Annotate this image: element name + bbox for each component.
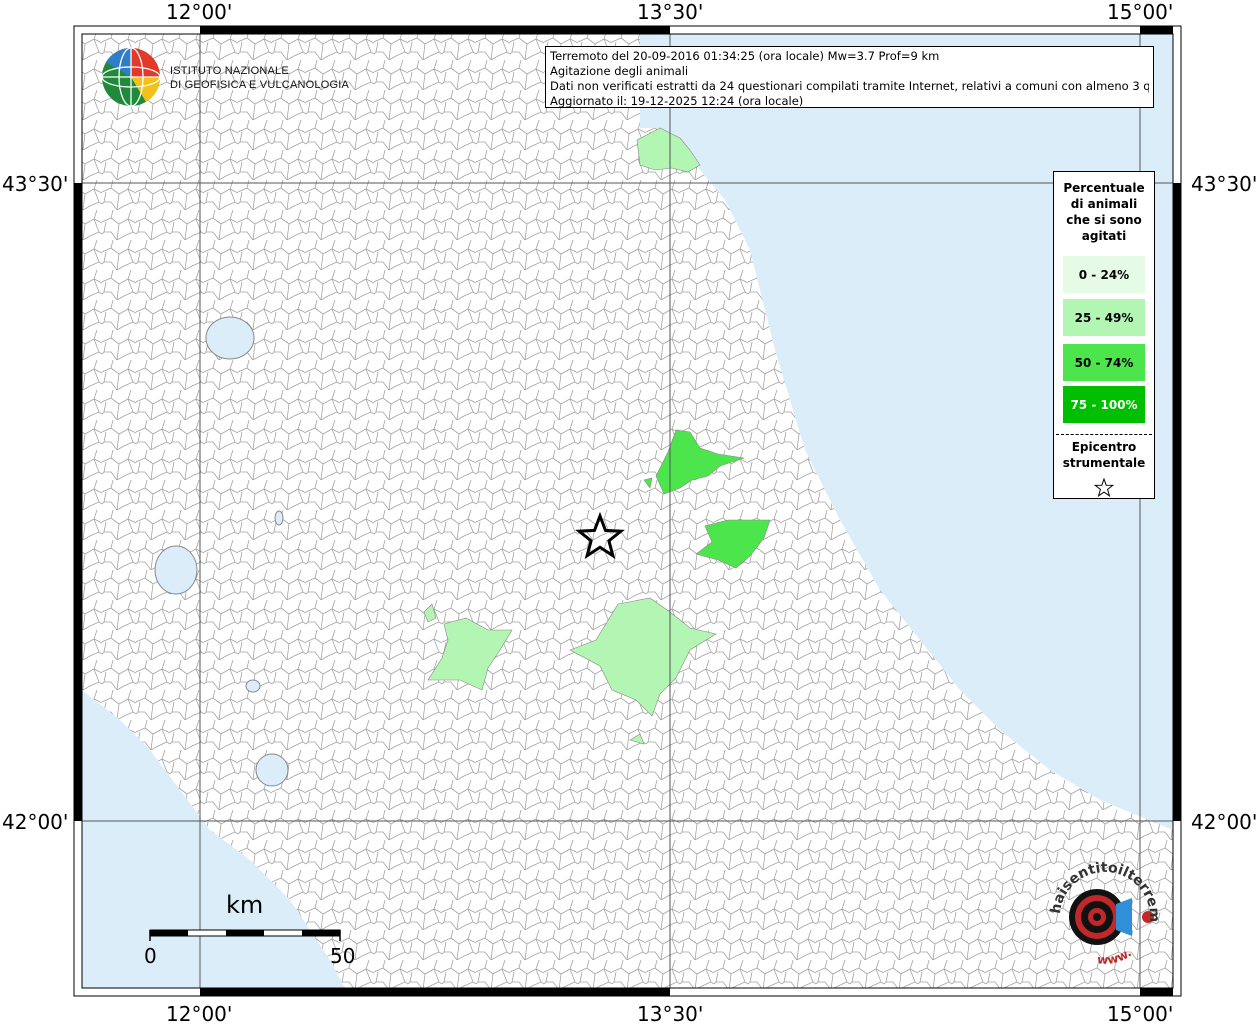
lon-tick-bottom-3: 15°00' [1107, 1002, 1174, 1026]
lon-tick-top-3: 15°00' [1107, 0, 1174, 24]
lat-tick-left-1: 43°30' [2, 172, 69, 196]
lake-vico [245, 679, 261, 693]
legend-title: Percentuale di animali che si sono agita… [1063, 181, 1145, 243]
info-line-3: Dati non verificati estratti da 24 quest… [550, 79, 1149, 93]
svg-text:www.: www. [1097, 946, 1134, 967]
legend: Percentuale di animali che si sono agita… [1053, 171, 1155, 499]
info-line-4: Aggiornato il: 19-12-2025 12:24 (ora loc… [550, 94, 804, 108]
legend-class-2: 50 - 74% [1063, 344, 1145, 381]
legend-star-icon [1094, 478, 1114, 497]
info-box: Terremoto del 20-09-2016 01:34:25 (ora l… [545, 46, 1154, 108]
legend-class-0: 0 - 24% [1063, 256, 1145, 293]
ingv-globe-icon [101, 47, 161, 107]
lat-tick-left-2: 42°00' [2, 810, 69, 834]
lat-tick-right-2: 42°00' [1191, 810, 1256, 834]
scale-max: 50 [330, 944, 356, 968]
lon-tick-bottom-1: 12°00' [166, 1002, 233, 1026]
lon-tick-top-2: 13°30' [637, 0, 704, 24]
lon-tick-bottom-2: 13°30' [637, 1002, 704, 1026]
lake-bolsena [154, 545, 198, 595]
legend-separator [1056, 434, 1152, 435]
legend-class-1: 25 - 49% [1063, 299, 1145, 336]
legend-class-3: 75 - 100% [1063, 386, 1145, 423]
lon-tick-top-1: 12°00' [166, 0, 233, 24]
lake-small [274, 510, 284, 526]
info-line-2: Agitazione degli animali [550, 64, 689, 78]
ingv-logo-text: ISTITUTO NAZIONALE DI GEOFISICA E VULCAN… [170, 65, 349, 91]
info-line-1: Terremoto del 20-09-2016 01:34:25 (ora l… [550, 49, 940, 63]
lake-trasimeno [205, 316, 255, 360]
scale-min: 0 [144, 944, 157, 968]
scale-unit: km [226, 891, 264, 919]
legend-epicenter-label: Epicentro strumentale [1062, 440, 1146, 470]
haisentito-logo-icon[interactable]: haisentitoilterremoto.it www. [1040, 852, 1170, 982]
lake-bracciano [255, 753, 289, 787]
lat-tick-right-1: 43°30' [1191, 172, 1256, 196]
